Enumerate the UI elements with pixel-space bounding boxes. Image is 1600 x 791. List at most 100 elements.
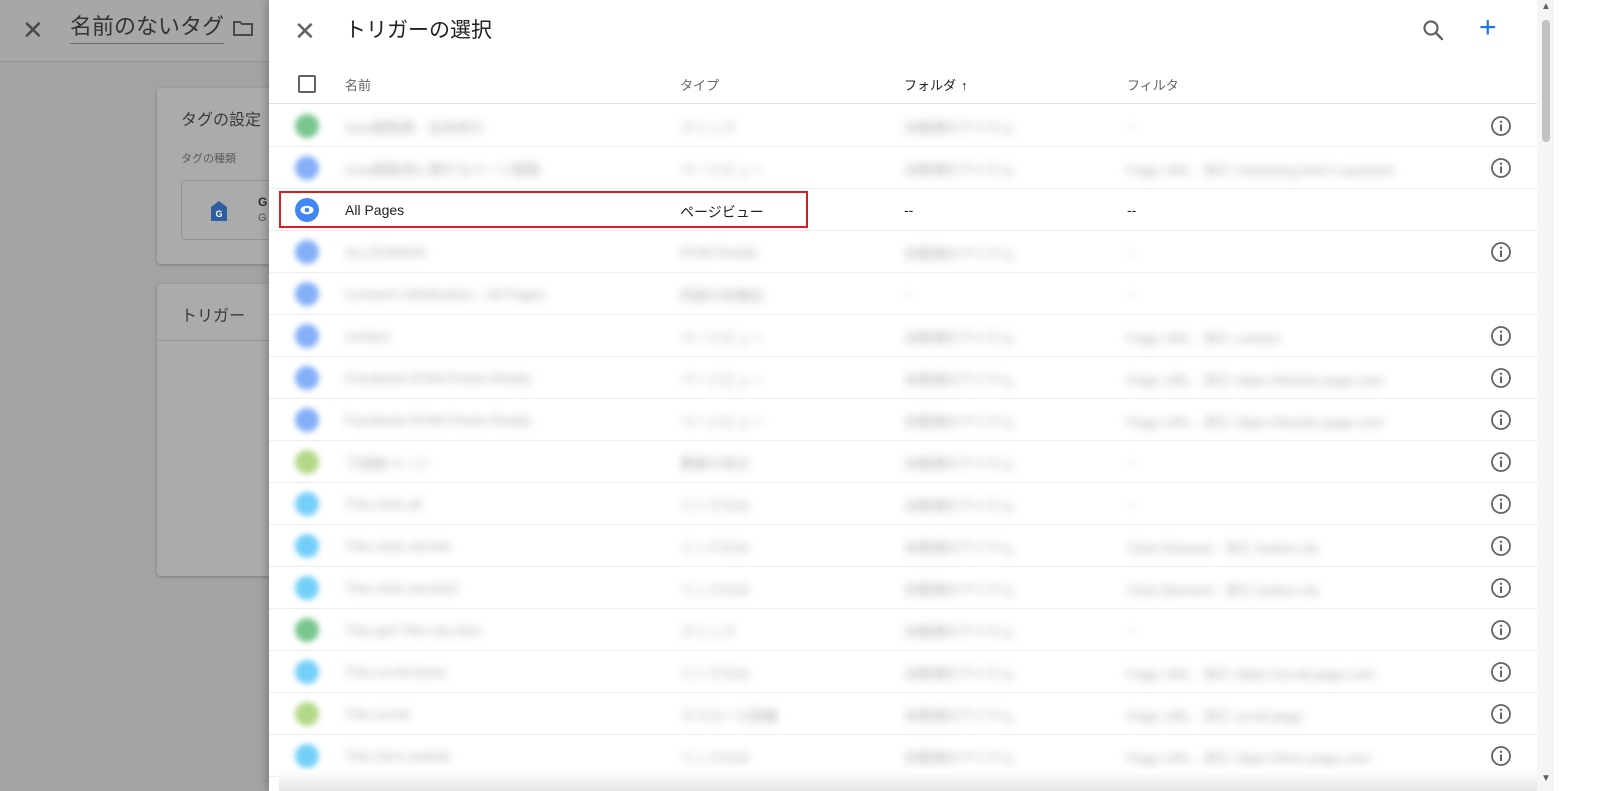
info-slot <box>1469 189 1537 231</box>
trigger-row[interactable]: contact ページビュー 未整理のアイテム Page URL - 含む conta… <box>269 315 1537 357</box>
folder-icon[interactable] <box>233 20 253 36</box>
trigger-name: GA4閲覧用に関するページ閲覧 <box>345 162 541 178</box>
trigger-type: 同意の初期化 <box>680 288 764 304</box>
trigger-name: Facebook-DOM-Pixels-Ready <box>345 370 531 386</box>
trigger-name: ALLDOMAIN <box>345 244 426 260</box>
trigger-row[interactable]: 下部数ページ 要素の表示 未整理のアイテム -- <box>269 441 1537 483</box>
sort-ascending-icon: ↑ <box>961 78 968 93</box>
info-slot <box>1469 525 1537 567</box>
column-header-type[interactable]: タイプ <box>680 75 719 94</box>
close-icon[interactable]: ✕ <box>22 16 44 44</box>
info-icon[interactable] <box>1490 703 1512 725</box>
info-icon[interactable] <box>1490 367 1512 389</box>
trigger-type-icon <box>295 534 319 558</box>
tag-type-sub: G <box>258 212 267 224</box>
info-icon[interactable] <box>1490 157 1512 179</box>
scrollbar[interactable]: ▲ ▼ <box>1537 0 1554 791</box>
trigger-filter: Page URL - 含む https://thanks.page.com <box>1127 372 1385 388</box>
panel-header: ✕ トリガーの選択 + <box>269 0 1600 62</box>
scroll-up-icon[interactable]: ▲ <box>1541 1 1551 12</box>
info-slot <box>1469 567 1537 609</box>
info-slot <box>1469 609 1537 651</box>
info-slot <box>1469 651 1537 693</box>
trigger-row[interactable]: GA4閲覧数 - 全体表示 クリック 未整理のアイテム -- <box>269 105 1537 147</box>
trigger-name: Trko.get.Trko.cta.click <box>345 622 481 638</box>
trigger-row[interactable]: Facebook-DOM-Pixels-Ready ページビュー 未整理のアイテム P… <box>269 357 1537 399</box>
trigger-type: クリック <box>680 624 736 640</box>
trigger-name: Trko.click.cta.link <box>345 538 452 554</box>
tag-config-title: タグの設定 <box>181 112 262 129</box>
info-icon[interactable] <box>1490 535 1512 557</box>
trigger-type: ページビュー <box>680 162 764 178</box>
trigger-row[interactable]: ALLDOMAIN DOM Ready 未整理のアイテム -- <box>269 231 1537 273</box>
trigger-type-icon <box>295 156 319 180</box>
info-icon[interactable] <box>1490 451 1512 473</box>
trigger-filter: Click Element - 含む button.cta <box>1127 540 1319 556</box>
column-header-name[interactable]: 名前 <box>345 75 371 94</box>
trigger-type: クリック <box>680 120 736 136</box>
info-slot <box>1469 693 1537 735</box>
trigger-row[interactable]: Trko.click.cta.link リンクのみ 未整理のアイテム Click El… <box>269 525 1537 567</box>
trigger-type-icon <box>295 114 319 138</box>
trigger-row[interactable]: GA4閲覧用に関するページ閲覧 ページビュー 未整理のアイテム Page URL - … <box>269 147 1537 189</box>
trigger-row[interactable]: Trko.scroll スクロール距離 未整理のアイテム Page URL - 含む … <box>269 693 1537 735</box>
trigger-type-icon <box>295 576 319 600</box>
trigger-type-icon <box>295 450 319 474</box>
close-icon[interactable]: ✕ <box>294 17 316 45</box>
trigger-type: ページビュー <box>680 414 764 430</box>
trigger-type-icon <box>295 324 319 348</box>
tag-type-label: タグの種類 <box>181 153 236 165</box>
trigger-type: スクロール距離 <box>680 708 778 724</box>
info-icon[interactable] <box>1490 745 1512 767</box>
info-slot <box>1469 315 1537 357</box>
trigger-folder: 未整理のアイテム <box>904 750 1015 766</box>
trigger-type: ページビュー <box>680 330 764 346</box>
trigger-folder: -- <box>904 286 914 302</box>
trigger-row[interactable]: Trko.scroll.down リンクのみ 未整理のアイテム Page URL - … <box>269 651 1537 693</box>
scroll-down-icon[interactable]: ▼ <box>1541 773 1551 784</box>
trigger-type-icon <box>295 408 319 432</box>
info-icon[interactable] <box>1490 493 1512 515</box>
info-icon[interactable] <box>1490 409 1512 431</box>
column-header-filter[interactable]: フィルタ <box>1127 75 1179 94</box>
trigger-filter: -- <box>1127 244 1137 260</box>
trigger-type-icon <box>295 240 319 264</box>
trigger-filter: -- <box>1127 622 1137 638</box>
info-slot <box>1469 441 1537 483</box>
trigger-name: contact <box>345 328 391 344</box>
trigger-folder: 未整理のアイテム <box>904 540 1015 556</box>
trigger-filter: -- <box>1127 454 1137 470</box>
tag-name-field[interactable]: 名前のないタグ <box>70 14 225 44</box>
trigger-row[interactable]: Trko.click.cta.link2 リンクのみ 未整理のアイテム Click E… <box>269 567 1537 609</box>
trigger-row[interactable]: Facebook-DOM-Pixels-Ready ページビュー 未整理のアイテム P… <box>269 399 1537 441</box>
trigger-row[interactable]: Consent Initialization - All Pages 同意の初期化… <box>269 273 1537 315</box>
scrollbar-thumb[interactable] <box>1542 20 1550 142</box>
column-header-folder[interactable]: フォルダ ↑ <box>904 75 968 94</box>
trigger-name: Consent Initialization - All Pages <box>345 286 545 302</box>
highlight-box <box>279 191 808 228</box>
trigger-folder: 未整理のアイテム <box>904 456 1015 472</box>
info-icon[interactable] <box>1490 661 1512 683</box>
add-trigger-button[interactable]: + <box>1479 12 1497 44</box>
info-icon[interactable] <box>1490 577 1512 599</box>
trigger-name: GA4閲覧数 - 全体表示 <box>345 120 484 136</box>
trigger-row[interactable]: Trko.click.all リンクのみ 未整理のアイテム -- <box>269 483 1537 525</box>
select-all-checkbox[interactable] <box>298 75 316 93</box>
trigger-filter: Page URL - 含む scroll.page <box>1127 708 1304 724</box>
info-icon[interactable] <box>1490 325 1512 347</box>
info-slot <box>1469 105 1537 147</box>
info-slot <box>1469 483 1537 525</box>
info-slot <box>1469 357 1537 399</box>
trigger-filter: Page URL - 含む marketing.html x.question <box>1127 162 1395 178</box>
trigger-folder: 未整理のアイテム <box>904 162 1015 178</box>
trigger-name: Trko.click.all <box>345 496 422 512</box>
trigger-type-icon <box>295 744 319 768</box>
search-icon[interactable] <box>1421 18 1445 42</box>
trigger-row[interactable]: Trko.get.Trko.cta.click クリック 未整理のアイテム -- <box>269 609 1537 651</box>
info-icon[interactable] <box>1490 115 1512 137</box>
column-header-folder-label: フォルダ <box>904 78 957 93</box>
info-icon[interactable] <box>1490 619 1512 641</box>
trigger-row[interactable]: All Pages ページビュー -- -- <box>269 189 1537 231</box>
trigger-card-title: トリガー <box>181 308 246 325</box>
info-icon[interactable] <box>1490 241 1512 263</box>
